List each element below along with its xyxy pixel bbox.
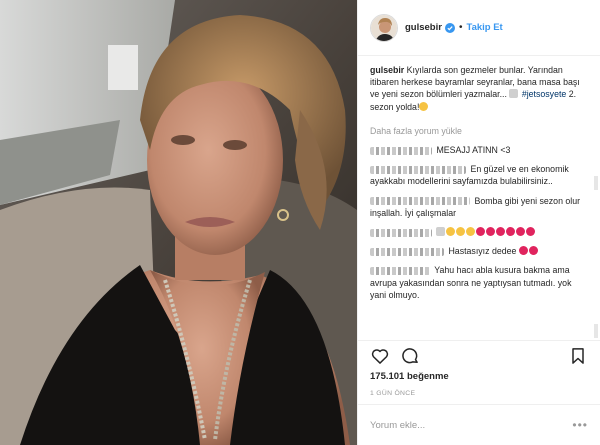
comment: Bomba gibi yeni sezon olur inşallah. İyi… [370,195,590,219]
separator-dot: • [458,22,463,33]
emoji-icon [456,227,466,237]
comment [370,226,590,238]
emoji-icon [506,227,516,237]
post-timestamp: 1 GÜN ÖNCE [370,390,416,397]
avatar-image [371,14,397,41]
emoji-icon [466,227,476,237]
comment-input[interactable] [370,419,573,431]
username[interactable]: gulsebir [405,22,442,33]
blurred-username [370,197,470,206]
emoji-icon [486,227,496,237]
blurred-username [370,267,430,276]
comment: MESAJJ ATINN <3 [370,144,590,156]
blurred-username [370,165,466,174]
action-bar [358,340,600,370]
scrollbar-up[interactable] [594,176,598,190]
emoji-icon [528,246,538,256]
post-sidebar: gulsebir • Takip Et gulsebir Kıyılarda s… [357,0,600,445]
post-photo [0,0,357,445]
comment: En güzel ve en ekonomik ayakkabı modelle… [370,163,590,187]
emoji-icon [518,246,528,256]
comment: Hastasıyız dedee [370,245,590,257]
comment-text: MESAJJ ATINN <3 [436,145,511,156]
blurred-username [370,146,432,155]
emoji-icon [509,89,519,99]
blurred-username [370,247,444,256]
avatar[interactable] [370,13,398,42]
comments-section: gulsebir Kıyılarda son gezmeler bunlar. … [370,58,590,340]
emoji-icon [476,227,486,237]
likes-count[interactable]: 175.101 beğenme [370,371,449,382]
emoji-icon [446,227,456,237]
hashtag-link[interactable]: #jetsosyete [522,89,567,99]
scrollbar-down[interactable] [594,324,598,338]
comment-icon[interactable] [400,346,420,366]
comment: Yahu hacı abla kusura bakma ama avrupa y… [370,264,590,301]
emoji-icon [436,227,446,237]
post-header: gulsebir • Takip Et [358,0,600,56]
load-more-comments[interactable]: Daha fazla yorum yükle [370,125,590,137]
comment-text: Hastasıyız dedee [448,246,517,257]
caption: gulsebir Kıyılarda son gezmeler bunlar. … [370,64,590,113]
emoji-icon [526,227,536,237]
caption-username[interactable]: gulsebir [370,65,404,75]
heart-icon[interactable] [370,346,390,366]
emoji-icon [516,227,526,237]
bookmark-icon[interactable] [568,346,588,366]
emoji-icon [496,227,506,237]
blurred-username [370,228,432,237]
verified-badge-icon [444,22,455,33]
follow-button[interactable]: Takip Et [466,22,502,33]
emoji-icon [419,101,429,111]
post-image [0,0,357,445]
add-comment-bar: ••• [358,404,600,445]
more-options-button[interactable]: ••• [572,418,588,432]
